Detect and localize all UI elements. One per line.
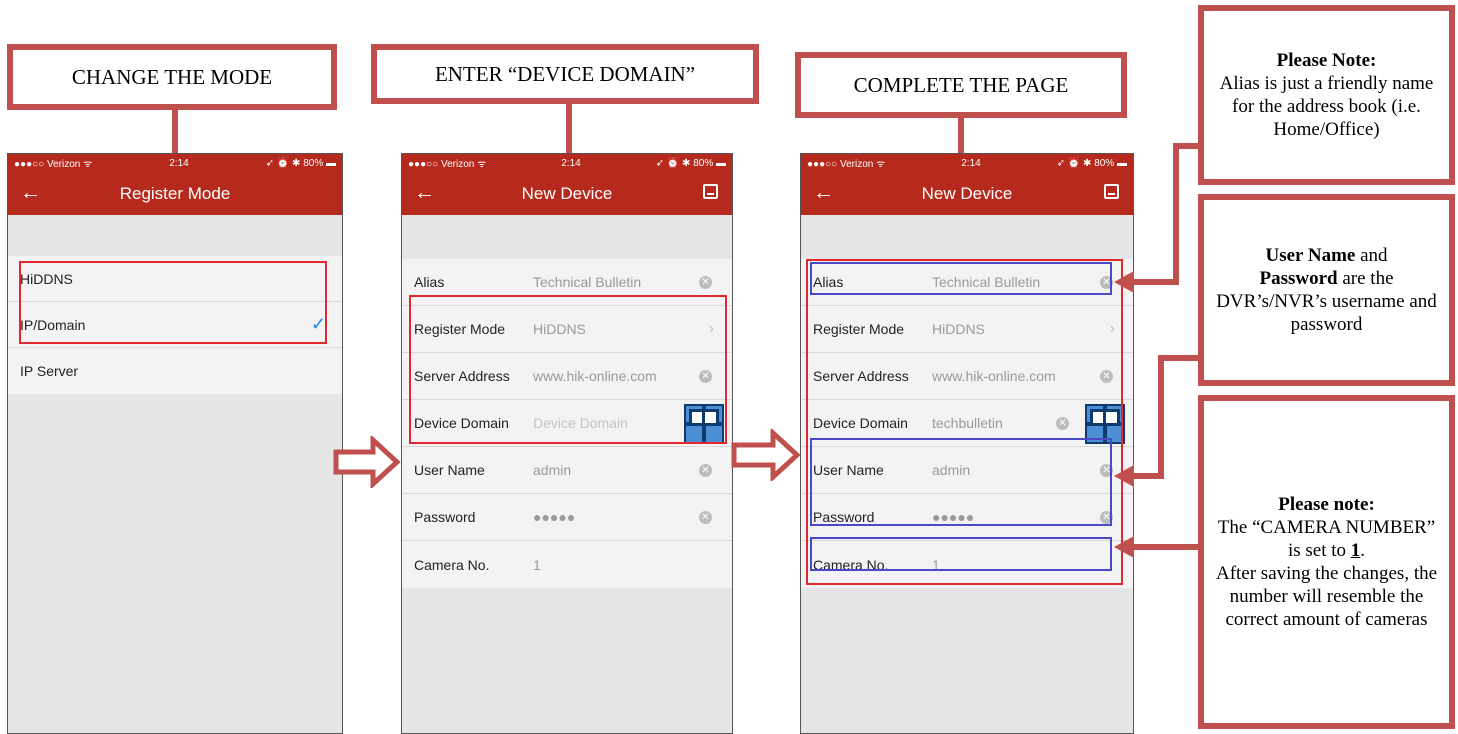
note-alias-body: Alias is just a friendly name for the ad…	[1219, 73, 1434, 140]
camera-no-value[interactable]: 1	[533, 557, 541, 573]
password-label: Password	[414, 509, 476, 525]
spacer	[801, 215, 1133, 259]
status-bar: ●●●○○ Verizon ᯤ 2:14 ➶ ⏰ ✱ 80% ▬	[8, 154, 342, 172]
clear-icon[interactable]: ✕	[699, 510, 712, 524]
highlight-box-credentials	[810, 438, 1112, 526]
alias-label: Alias	[414, 274, 445, 290]
arrow-head	[1114, 465, 1134, 487]
clock-label: 2:14	[169, 157, 189, 169]
nav-title: New Device	[921, 183, 1013, 203]
note-camera-body-3: After saving the changes, the number wil…	[1215, 563, 1438, 630]
back-arrow-icon[interactable]: ←	[813, 181, 834, 205]
note-camera-body-2: .	[1360, 540, 1366, 561]
callout-change-mode: CHANGE THE MODE	[7, 44, 337, 110]
back-arrow-icon[interactable]: ←	[414, 181, 435, 205]
note-camera-number: 1	[1350, 540, 1361, 561]
password-value[interactable]: ●●●●●	[533, 509, 575, 525]
connector-line	[1158, 355, 1164, 479]
phone-screen-register-mode: ●●●○○ Verizon ᯤ 2:14 ➶ ⏰ ✱ 80% ▬ ← Regis…	[7, 153, 343, 734]
note-alias-title: Please Note:	[1276, 50, 1377, 71]
callout-enter-domain: ENTER “DEVICE DOMAIN”	[371, 44, 759, 104]
next-step-arrow-icon	[731, 429, 801, 481]
status-icons: ➶ ⏰ ✱ 80% ▬	[1056, 157, 1127, 169]
carrier-label: ●●●○○ Verizon ᯤ	[408, 159, 487, 170]
list-item-label: IP Server	[20, 363, 79, 379]
back-arrow-icon[interactable]: ←	[20, 181, 41, 205]
save-icon[interactable]	[703, 184, 718, 199]
nav-bar: ← New Device	[402, 172, 732, 215]
status-icons: ➶ ⏰ ✱ 80% ▬	[655, 157, 726, 169]
arrow-head	[1114, 536, 1134, 558]
connector-line	[1158, 355, 1200, 361]
note-credentials-text: User Name and Password are the DVR’s/NVR…	[1214, 244, 1439, 336]
note-camera-text: The “CAMERA NUMBER” is set to 1.	[1214, 516, 1439, 562]
highlight-box-domain	[409, 295, 727, 444]
spacer	[8, 215, 342, 256]
nav-title: New Device	[521, 183, 613, 203]
connector-line	[1173, 143, 1200, 149]
spacer	[402, 215, 732, 259]
list-item-ip-server[interactable]: IP Server	[8, 348, 342, 394]
callout-complete-page: COMPLETE THE PAGE	[795, 52, 1127, 118]
note-credentials-bold-2: Password	[1259, 268, 1338, 289]
callout-enter-domain-text: ENTER “DEVICE DOMAIN”	[434, 61, 696, 86]
status-bar: ●●●○○ Verizon ᯤ 2:14 ➶ ⏰ ✱ 80% ▬	[801, 154, 1133, 172]
note-camera: Please note: The “CAMERA NUMBER” is set …	[1198, 395, 1455, 729]
connector-line	[1173, 143, 1179, 285]
highlight-box-alias	[810, 262, 1112, 295]
arrow-head	[1114, 271, 1134, 293]
carrier-label: ●●●○○ Verizon ᯤ	[807, 159, 886, 170]
callout-complete-page-text: COMPLETE THE PAGE	[853, 72, 1069, 97]
nav-bar: ← Register Mode	[8, 172, 342, 215]
note-credentials: User Name and Password are the DVR’s/NVR…	[1198, 194, 1455, 386]
callout-change-mode-text: CHANGE THE MODE	[71, 64, 273, 89]
clear-icon[interactable]: ✕	[699, 463, 712, 477]
alias-value[interactable]: Technical Bulletin	[533, 274, 641, 290]
next-step-arrow-icon	[333, 436, 401, 488]
user-name-label: User Name	[414, 462, 485, 478]
connector-line	[1132, 544, 1200, 550]
nav-title: Register Mode	[119, 183, 231, 203]
carrier-label: ●●●○○ Verizon ᯤ	[14, 159, 93, 170]
note-credentials-bold-1: User Name	[1265, 245, 1356, 266]
connector-line	[1132, 279, 1177, 285]
highlight-box-modes	[19, 261, 327, 344]
status-icons: ➶ ⏰ ✱ 80% ▬	[265, 157, 336, 169]
save-icon[interactable]	[1104, 184, 1119, 199]
camera-no-label: Camera No.	[414, 556, 490, 573]
clear-icon[interactable]: ✕	[699, 275, 712, 289]
user-name-value[interactable]: admin	[533, 462, 571, 478]
camera-no-row[interactable]: Camera No. 1	[402, 541, 732, 588]
password-row[interactable]: Password ●●●●● ✕	[402, 494, 732, 541]
note-credentials-and: and	[1355, 245, 1388, 266]
note-camera-title: Please note:	[1278, 494, 1375, 515]
user-name-row[interactable]: User Name admin ✕	[402, 447, 732, 494]
highlight-box-camera	[810, 537, 1112, 571]
note-camera-body-1: The “CAMERA NUMBER” is set to	[1217, 517, 1436, 561]
status-bar: ●●●○○ Verizon ᯤ 2:14 ➶ ⏰ ✱ 80% ▬	[402, 154, 732, 172]
note-alias: Please Note: Alias is just a friendly na…	[1198, 5, 1455, 185]
clock-label: 2:14	[561, 157, 581, 169]
nav-bar: ← New Device	[801, 172, 1133, 215]
clock-label: 2:14	[961, 157, 981, 169]
